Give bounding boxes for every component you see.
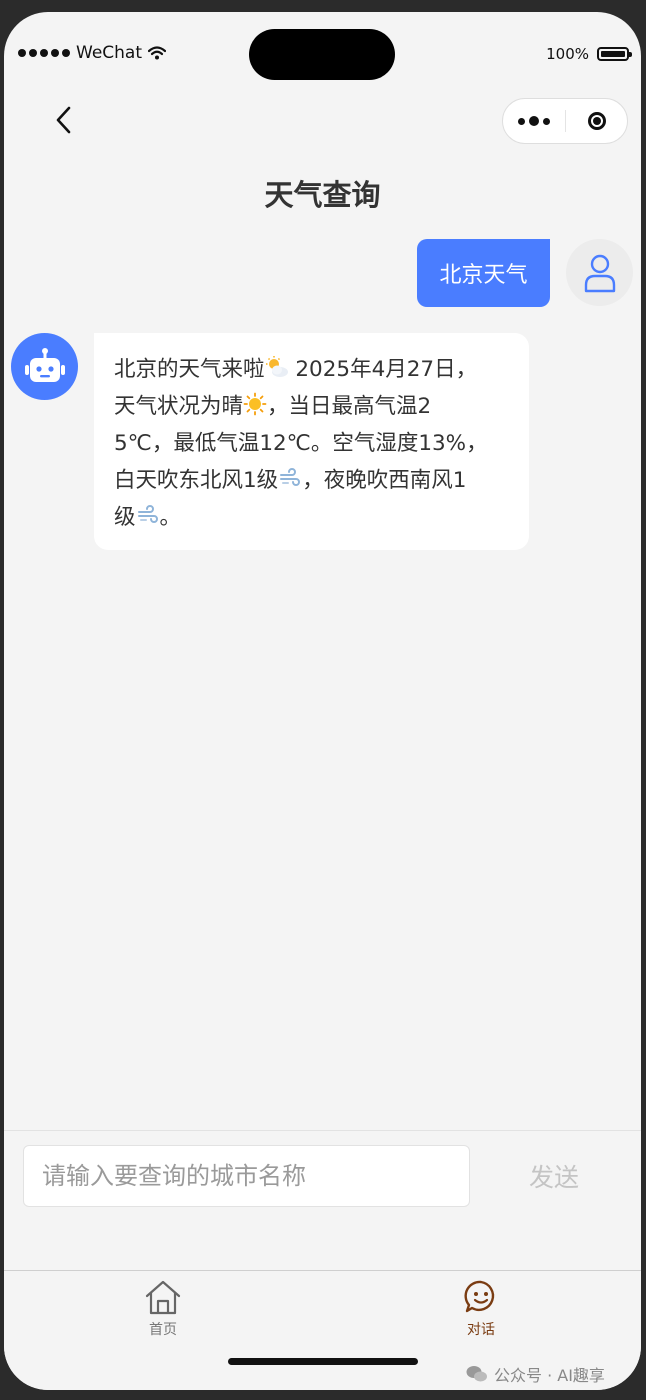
tab-chat[interactable]: 对话: [421, 1279, 541, 1339]
watermark: 公众号 · AI趣享: [466, 1362, 605, 1386]
send-button[interactable]: 发送: [501, 1145, 607, 1207]
bot-message-line: 5℃，最低气温12℃。空气湿度13%，: [114, 431, 488, 456]
home-indicator: [228, 1358, 418, 1365]
wifi-icon: [148, 46, 166, 60]
status-bar-left: WeChat: [18, 42, 166, 64]
wechat-icon: [466, 1366, 487, 1382]
phone-screen: WeChat 100% 天气查询 北京天气 北京的天气来啦 2025年4月27日…: [4, 12, 641, 1390]
user-avatar: [566, 239, 633, 306]
tab-home-label: 首页: [149, 1322, 177, 1338]
more-dots-icon: [518, 117, 525, 125]
user-icon: [584, 254, 615, 292]
carrier-label: WeChat: [76, 43, 142, 63]
page-title: 天气查询: [264, 178, 381, 212]
bot-avatar: [11, 333, 78, 400]
user-message-bubble: 北京天气: [417, 239, 550, 307]
signal-icon: [18, 49, 70, 57]
home-icon: [145, 1280, 181, 1315]
tab-chat-label: 对话: [467, 1322, 495, 1338]
bot-message-line: 天气状况为晴 ，当日最高气温2: [114, 392, 432, 419]
chevron-left-icon: [56, 106, 71, 134]
bot-message-line: 级。: [114, 505, 182, 530]
robot-icon: [24, 347, 65, 382]
more-button[interactable]: [503, 116, 565, 126]
partly-sunny-icon: [265, 356, 288, 377]
battery-icon: [597, 47, 632, 61]
bot-message-line: 白天吹东北风1级 ，夜晚吹西南风1: [114, 468, 467, 493]
user-message-text: 北京天气: [439, 263, 528, 288]
chat-smile-icon: [464, 1280, 495, 1313]
tab-home[interactable]: 首页: [103, 1279, 223, 1339]
bot-message-line: 北京的天气来啦 2025年4月27日，: [114, 356, 478, 382]
watermark-text: 公众号 · AI趣享: [494, 1366, 605, 1385]
city-search-input[interactable]: [23, 1145, 470, 1207]
dynamic-island: [249, 29, 395, 80]
target-icon: [587, 112, 606, 130]
miniprogram-capsule: [502, 98, 628, 144]
wind-icon: [280, 468, 301, 486]
battery-percent: 100%: [546, 45, 589, 63]
status-bar-right: 100%: [546, 43, 632, 65]
sun-icon: [243, 392, 267, 416]
back-button[interactable]: [46, 102, 82, 138]
close-miniprogram-button[interactable]: [566, 112, 627, 130]
bot-message-bubble: 北京的天气来啦 2025年4月27日， 天气状况为晴 ，当日最高气温2 5℃，最低…: [94, 333, 529, 550]
wind-icon: [137, 505, 158, 523]
input-area: 发送: [4, 1130, 641, 1271]
